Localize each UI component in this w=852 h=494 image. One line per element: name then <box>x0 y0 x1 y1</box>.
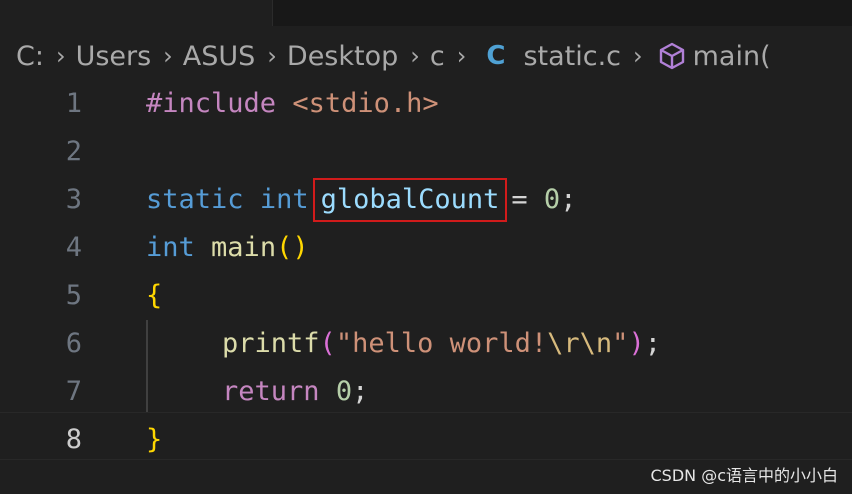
token-keyword: return <box>222 376 320 407</box>
line-number-active: 8 <box>65 424 82 455</box>
watermark: CSDN @c语言中的小小白 <box>650 466 838 485</box>
code-line[interactable]: 1 #include <stdio.h> <box>0 80 852 128</box>
method-cube-icon <box>659 42 684 70</box>
token-paren: ) <box>628 328 645 359</box>
code-line[interactable]: 8 } <box>0 416 852 464</box>
token-function: main <box>211 232 277 263</box>
line-code: static int globalCount = 0; <box>146 176 576 224</box>
chevron-right-icon: › <box>163 42 173 70</box>
code-line[interactable]: 2 <box>0 128 852 176</box>
token-number: 0 <box>543 184 561 215</box>
token-paren: ( <box>276 232 293 263</box>
code-editor[interactable]: 1 #include <stdio.h> 2 3 static int globa… <box>0 80 852 460</box>
token-paren: ( <box>319 328 336 359</box>
token-paren: ) <box>292 232 309 263</box>
breadcrumb-item-users[interactable]: Users <box>76 41 152 72</box>
breadcrumb-item-file[interactable]: static.c <box>523 41 621 72</box>
highlight-box: globalCount <box>312 178 508 222</box>
tab-area <box>0 0 273 26</box>
chevron-right-icon: › <box>456 42 467 70</box>
breadcrumb: C: › Users › ASUS › Desktop › c › C stat… <box>0 26 852 86</box>
line-number: 2 <box>65 136 82 167</box>
line-code: printf("hello world!\r\n"); <box>222 320 661 368</box>
token-string: " <box>612 328 629 359</box>
line-number: 3 <box>65 184 82 215</box>
breadcrumb-item-symbol[interactable]: main( <box>693 41 771 72</box>
editor-window: C: › Users › ASUS › Desktop › c › C stat… <box>0 0 852 494</box>
token-brace: } <box>146 424 163 455</box>
line-code: int main() <box>146 224 309 272</box>
line-number: 1 <box>65 88 82 119</box>
code-line[interactable]: 5 { <box>0 272 852 320</box>
line-code: } <box>146 416 162 464</box>
chevron-right-icon: › <box>633 42 643 70</box>
token-preprocessor: #include <box>146 88 277 119</box>
chevron-right-icon: › <box>267 42 277 70</box>
tab-strip <box>0 0 852 26</box>
token-keyword: int <box>146 232 195 263</box>
token-identifier: globalCount <box>320 184 500 215</box>
token-function: printf <box>222 328 320 359</box>
token-keyword: static <box>146 184 244 215</box>
token-semicolon: ; <box>352 376 369 407</box>
line-code: return 0; <box>222 368 368 416</box>
token-brace: { <box>146 280 163 311</box>
line-number: 7 <box>65 376 82 407</box>
code-line[interactable]: 7 return 0; <box>0 368 852 416</box>
token-escape: \r\n <box>547 328 613 359</box>
breadcrumb-item-c-folder[interactable]: c <box>430 41 445 72</box>
chevron-right-icon: › <box>410 42 420 70</box>
token-string: "hello world! <box>335 328 548 359</box>
token-operator: = <box>511 184 544 215</box>
c-language-icon: C <box>486 41 506 71</box>
code-line[interactable]: 4 int main() <box>0 224 852 272</box>
token-semicolon: ; <box>644 328 661 359</box>
chevron-right-icon: › <box>55 42 66 70</box>
token-number: 0 <box>335 376 353 407</box>
code-line[interactable]: 6 printf("hello world!\r\n"); <box>0 320 852 368</box>
line-number: 5 <box>65 280 82 311</box>
token-keyword: int <box>259 184 309 215</box>
token-include-path: <stdio.h> <box>292 88 439 119</box>
code-line[interactable]: 3 static int globalCount = 0; <box>0 176 852 224</box>
breadcrumb-item-asus[interactable]: ASUS <box>183 41 256 72</box>
line-number: 6 <box>65 328 82 359</box>
line-code: #include <stdio.h> <box>146 80 439 128</box>
breadcrumb-item-drive[interactable]: C: <box>16 41 44 72</box>
line-number: 4 <box>65 232 82 263</box>
token-semicolon: ; <box>560 184 577 215</box>
breadcrumb-item-desktop[interactable]: Desktop <box>287 41 398 72</box>
line-code: { <box>146 272 162 320</box>
